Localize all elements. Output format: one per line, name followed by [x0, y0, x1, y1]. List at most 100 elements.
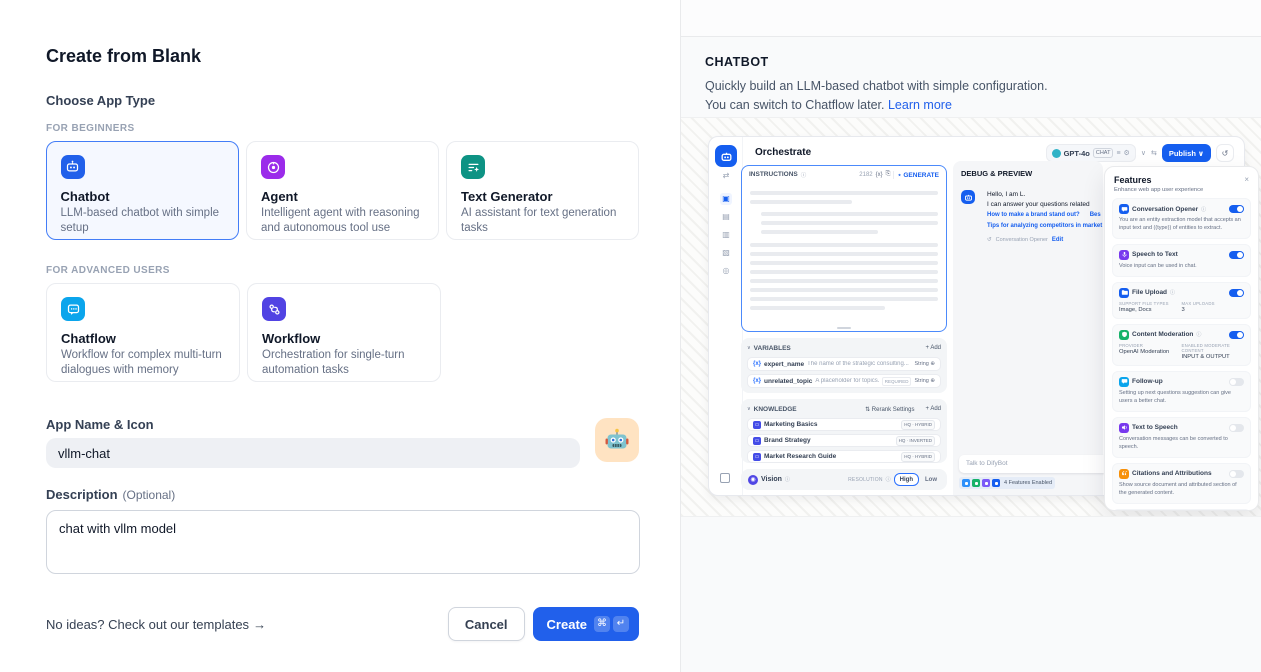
info-icon: ⓘ [801, 171, 807, 179]
beginners-group-label: FOR BEGINNERS [46, 123, 639, 134]
features-panel: Features × Enhance web app user experien… [1104, 166, 1259, 511]
history-icon: ↺ [1216, 144, 1234, 162]
feature-toggle [1229, 331, 1244, 339]
app-type-card-chatflow[interactable]: Chatflow Workflow for complex multi-turn… [46, 283, 240, 382]
preview-sidebar: ⇄ ▣ ▤ ▥ ▧ ◎ [709, 137, 743, 495]
feature-item-content-moderation: Content Moderation ⓘ PROVIDEROpenAI Mode… [1112, 324, 1251, 366]
dataset-icon: ▭ [753, 453, 761, 461]
app-type-card-text-generator[interactable]: Text Generator AI assistant for text gen… [446, 141, 639, 240]
dataset-icon: ▭ [753, 437, 761, 445]
refresh-icon: ↺ [987, 237, 992, 243]
feature-toggle [1229, 470, 1244, 478]
chat-bubble-icon [1119, 204, 1129, 214]
quote-icon [1119, 469, 1129, 479]
app-type-title: Chatbot [61, 189, 225, 204]
advanced-app-type-cards: Chatflow Workflow for complex multi-turn… [46, 283, 639, 382]
mic-param-icon: ≡ [1116, 150, 1120, 157]
info-icon: ⓘ [785, 476, 790, 483]
debug-preview-column: DEBUG & PREVIEW Hello, I am L. I can ans… [953, 161, 1103, 495]
app-type-desc: AI assistant for text generation tasks [461, 206, 624, 236]
upload-mini-icon [992, 479, 1000, 487]
robot-emoji-icon [604, 427, 630, 453]
feature-item-annotation-reply: Annotation Reply [1112, 509, 1251, 511]
microphone-icon [1119, 250, 1129, 260]
opener-mini-icon [962, 479, 970, 487]
instructions-placeholder-text [742, 183, 946, 313]
feature-item-file-upload: File Upload ⓘ SUPPORT FILE TYPESImage, D… [1112, 282, 1251, 319]
info-icon: ⓘ [1201, 206, 1206, 213]
moderation-mini-icon [972, 479, 980, 487]
chatbot-icon [61, 155, 85, 179]
resize-handle [837, 327, 851, 329]
copy-icon: ⎘ [886, 171, 891, 178]
instructions-label: INSTRUCTIONS [749, 171, 798, 178]
preview-app-icon [715, 145, 737, 167]
feature-item-follow-up: Follow-up Setting up next questions sugg… [1112, 371, 1251, 412]
app-icon-picker[interactable] [595, 418, 639, 462]
compare-icon: ⇆ [1151, 149, 1157, 157]
feature-item-conversation-opener: Conversation Opener ⓘ You are an entity … [1112, 198, 1251, 239]
beginner-app-type-cards: Chatbot LLM-based chatbot with simple se… [46, 141, 639, 240]
token-count: 2182 [859, 172, 872, 178]
opener-edit-link: Edit [1052, 237, 1063, 243]
suggested-question: Bes [1090, 210, 1101, 221]
caret-down-icon: ∨ [747, 406, 751, 412]
logs-nav-icon: ▤ [720, 211, 732, 223]
dataset-icon: ▭ [753, 421, 761, 429]
app-type-card-workflow[interactable]: Workflow Orchestration for single-turn a… [247, 283, 441, 382]
templates-link[interactable]: No ideas? Check out our templates→ [46, 617, 266, 632]
modal-footer: No ideas? Check out our templates→ Cance… [46, 607, 639, 641]
add-knowledge-button: + Add [925, 406, 941, 412]
app-type-title: Agent [261, 189, 424, 204]
app-name-input[interactable] [46, 438, 580, 468]
chat-dots-icon [1119, 377, 1129, 387]
add-variable-button: + Add [925, 345, 941, 351]
create-button[interactable]: Create ⌘↵ [533, 607, 639, 641]
page-title: Create from Blank [46, 46, 639, 67]
collapse-icon [720, 473, 730, 483]
suggested-question: How to make a brand stand out? [987, 210, 1080, 221]
generate-button: ⋆ GENERATE [897, 171, 939, 179]
required-badge: REQUIRED [882, 377, 912, 386]
info-icon: ⓘ [1196, 331, 1201, 338]
app-type-desc: LLM-based chatbot with simple setup [61, 206, 225, 236]
gpt4o-model-icon [1052, 149, 1061, 158]
bot-avatar [961, 190, 975, 204]
description-label-row: Description (Optional) [46, 487, 639, 502]
description-textarea[interactable]: chat with vllm model [46, 510, 640, 574]
knowledge-panel: ∨ KNOWLEDGE ⇅ Rerank Settings + Add ▭ Ma… [741, 399, 947, 463]
advanced-group-label: FOR ADVANCED USERS [46, 265, 639, 276]
chevron-down-icon: ∨ [1141, 149, 1146, 157]
settings-param-icon: ⚙ [1124, 149, 1130, 157]
knowledge-row: ▭ Brand Strategy HQ · INVERTED [747, 434, 941, 447]
app-type-desc: Workflow for complex multi-turn dialogue… [61, 348, 225, 378]
resolution-low-option: Low [922, 477, 940, 483]
notes-nav-icon: ▧ [720, 247, 732, 259]
app-type-card-agent[interactable]: Agent Intelligent agent with reasoning a… [246, 141, 439, 240]
preview-pane: CHATBOT Quickly build an LLM-based chatb… [681, 0, 1261, 672]
feature-toggle [1229, 251, 1244, 259]
close-icon: × [1244, 175, 1249, 184]
caret-down-icon: ∨ [747, 345, 751, 351]
app-type-title: Text Generator [461, 189, 624, 204]
app-type-title: Workflow [262, 331, 426, 346]
swap-app-icon: ⇄ [709, 171, 743, 180]
app-name-label: App Name & Icon [46, 417, 639, 432]
resolution-high-option: High [894, 473, 919, 486]
app-type-title: Chatflow [61, 331, 225, 346]
vision-icon: ◉ [748, 475, 758, 485]
feature-toggle [1229, 378, 1244, 386]
modal-top-band [681, 0, 1261, 37]
feature-item-speech-to-text: Speech to Text Voice input can be used i… [1112, 244, 1251, 277]
shield-icon [1119, 330, 1129, 340]
workflow-icon [262, 297, 286, 321]
arrow-right-icon: → [253, 617, 266, 632]
learn-more-link[interactable]: Learn more [888, 98, 952, 112]
preview-heading: CHATBOT [705, 55, 1261, 69]
cancel-button[interactable]: Cancel [448, 607, 525, 641]
info-icon: ⓘ [886, 476, 891, 483]
preview-artwork: ⇄ ▣ ▤ ▥ ▧ ◎ Orchestrate GPT-4o C [681, 117, 1261, 517]
create-form-pane: Create from Blank Choose App Type FOR BE… [0, 0, 681, 672]
app-type-card-chatbot[interactable]: Chatbot LLM-based chatbot with simple se… [46, 141, 239, 240]
features-enabled-pill: 4 Features Enabled [959, 477, 1055, 489]
